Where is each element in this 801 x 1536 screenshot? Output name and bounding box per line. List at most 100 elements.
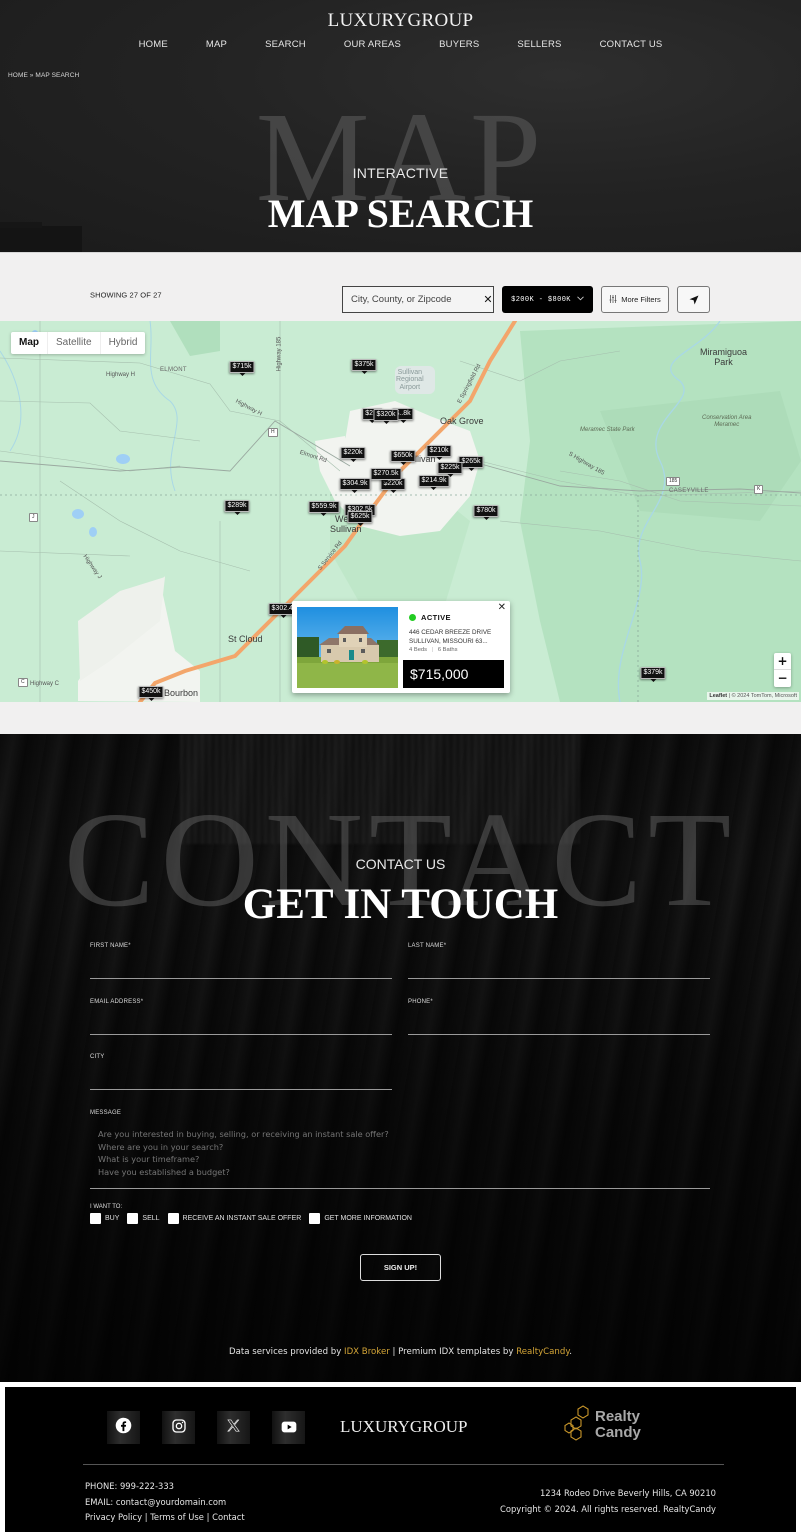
close-icon[interactable]: ✕ <box>483 293 493 306</box>
zoom-in-button[interactable]: + <box>774 653 791 670</box>
message-textarea[interactable] <box>90 1123 710 1189</box>
instagram-icon <box>171 1418 187 1438</box>
footer-links: Privacy Policy | Terms of Use | Contact <box>85 1512 245 1522</box>
location-search-input[interactable] <box>343 287 483 312</box>
last-name-input[interactable] <box>408 957 710 979</box>
realtycandy-logo[interactable]: Realty Candy <box>563 1405 641 1445</box>
phone-input[interactable] <box>408 1013 710 1035</box>
email-field: EMAIL ADDRESS* <box>90 999 392 1035</box>
price-marker[interactable]: $379k <box>640 667 666 682</box>
map-type-satellite[interactable]: Satellite <box>48 332 101 354</box>
price-marker[interactable]: $220k <box>340 447 366 462</box>
status-dot-icon <box>409 614 416 621</box>
privacy-policy-link[interactable]: Privacy Policy <box>85 1512 142 1522</box>
listing-photo[interactable] <box>297 607 398 688</box>
listing-address[interactable]: 446 CEDAR BREEZE DRIVE SULLIVAN, MISSOUR… <box>409 628 505 646</box>
price-marker[interactable]: $210k <box>426 445 452 460</box>
place-label: CASEYVILLE <box>669 488 709 494</box>
locate-me-button[interactable] <box>677 286 710 313</box>
place-label: Miramiguoa Park <box>700 347 748 367</box>
city-input[interactable] <box>90 1068 392 1090</box>
listing-status: ACTIVE <box>409 613 451 622</box>
contact-section: CONTACT CONTACT US GET IN TOUCH FIRST NA… <box>0 734 801 1382</box>
place-label: Oak Grove <box>440 416 484 426</box>
price-marker[interactable]: $559.9k <box>308 501 340 516</box>
price-marker[interactable]: $289k <box>224 500 250 515</box>
idx-broker-link[interactable]: IDX Broker <box>344 1347 390 1357</box>
facebook-link[interactable] <box>107 1411 140 1444</box>
nav-our-areas[interactable]: OUR AREAS <box>325 39 420 50</box>
price-marker[interactable]: $225k <box>437 462 463 477</box>
map-footer-spacer <box>0 702 801 734</box>
nav-buyers[interactable]: BUYERS <box>420 39 498 50</box>
zoom-out-button[interactable]: − <box>774 670 791 687</box>
price-marker[interactable]: $304.9k <box>339 478 371 493</box>
nav-home[interactable]: HOME <box>120 39 187 50</box>
more-filters-button[interactable]: More Filters <box>601 286 669 313</box>
nav-sellers[interactable]: SELLERS <box>498 39 580 50</box>
instagram-link[interactable] <box>162 1411 195 1444</box>
price-marker[interactable]: $214.9k <box>418 475 450 490</box>
footer-logo[interactable]: LUXURYGROUP <box>340 1417 468 1437</box>
intent-options: I WANT TO: BUY SELL RECEIVE AN INSTANT S… <box>90 1204 412 1224</box>
sign-up-button[interactable]: SIGN UP! <box>360 1254 441 1281</box>
search-toolbar: SHOWING 27 OF 27 ✕ $200K - $800K More Fi… <box>0 252 801 321</box>
more-info-checkbox[interactable]: GET MORE INFORMATION <box>309 1213 412 1224</box>
breadcrumb[interactable]: HOME » MAP SEARCH <box>8 72 79 79</box>
first-name-input[interactable] <box>90 957 392 979</box>
email-input[interactable] <box>90 1013 392 1035</box>
listing-popup[interactable]: ✕ ACTIVE 446 CEDAR BREEZE DRIVE SULLIVAN… <box>292 601 510 693</box>
route-shield: H <box>268 428 278 437</box>
map-type-hybrid[interactable]: Hybrid <box>101 332 146 354</box>
buy-checkbox[interactable]: BUY <box>90 1213 119 1224</box>
listing-details: 4 Beds | 6 Baths <box>409 647 458 653</box>
site-footer: LUXURYGROUP Realty Candy PHONE: 999-222-… <box>5 1387 796 1532</box>
instant-offer-checkbox[interactable]: RECEIVE AN INSTANT SALE OFFER <box>167 1213 301 1224</box>
chevron-down-icon <box>577 295 584 304</box>
main-nav: HOME MAP SEARCH OUR AREAS BUYERS SELLERS… <box>0 39 801 50</box>
facebook-icon <box>115 1417 132 1438</box>
message-field: MESSAGE <box>90 1110 710 1193</box>
price-marker[interactable]: $625k <box>347 511 373 526</box>
nav-contact-us[interactable]: CONTACT US <box>581 39 682 50</box>
hero-section: MAP LUXURYGROUP HOME MAP SEARCH OUR AREA… <box>0 0 801 252</box>
contact-title: GET IN TOUCH <box>242 881 559 928</box>
site-logo[interactable]: LUXURYGROUP <box>0 10 801 32</box>
price-marker[interactable]: $450k <box>138 686 164 701</box>
leaflet-link[interactable]: Leaflet <box>709 693 727 699</box>
contact-link[interactable]: Contact <box>212 1512 245 1522</box>
realtycandy-link[interactable]: RealtyCandy <box>516 1347 569 1357</box>
price-marker[interactable]: $270.5k <box>370 468 402 483</box>
sliders-icon <box>609 294 617 305</box>
footer-divider <box>83 1464 724 1465</box>
price-marker[interactable]: $715k <box>229 361 255 376</box>
footer-email[interactable]: EMAIL: contact@yourdomain.com <box>85 1495 245 1511</box>
sell-checkbox[interactable]: SELL <box>127 1213 160 1224</box>
road-label: Highway 185 <box>276 336 283 372</box>
map-type-map[interactable]: Map <box>11 332 48 354</box>
navigation-arrow-icon <box>689 290 699 309</box>
place-label: Bourbon <box>164 688 199 698</box>
zoom-control: + − <box>774 653 791 687</box>
contact-eyebrow: CONTACT US <box>355 856 446 872</box>
footer-address: 1234 Rodeo Drive Beverly Hills, CA 90210 <box>539 1488 716 1498</box>
nav-search[interactable]: SEARCH <box>246 39 325 50</box>
terms-of-use-link[interactable]: Terms of Use <box>150 1512 204 1522</box>
property-map[interactable]: Map Satellite Hybrid ELMONT Highway H Hi… <box>0 321 801 702</box>
close-icon[interactable]: ✕ <box>498 602 506 613</box>
footer-phone[interactable]: PHONE: 999-222-333 <box>85 1479 245 1495</box>
price-marker[interactable]: $320k <box>373 409 399 424</box>
more-filters-label: More Filters <box>621 295 661 304</box>
x-link[interactable] <box>217 1411 250 1444</box>
credits-line: Data services provided by IDX Broker | P… <box>229 1347 572 1357</box>
price-marker[interactable]: $375k <box>351 359 377 374</box>
price-marker[interactable]: $780k <box>473 505 499 520</box>
road-label: Highway H <box>106 372 136 378</box>
hero-eyebrow: INTERACTIVE <box>352 165 449 181</box>
price-marker[interactable]: $650k <box>390 450 416 465</box>
listing-price: $715,000 <box>403 660 504 688</box>
phone-field: PHONE* <box>408 999 710 1035</box>
price-range-dropdown[interactable]: $200K - $800K <box>502 286 593 313</box>
youtube-link[interactable] <box>272 1411 305 1444</box>
nav-map[interactable]: MAP <box>187 39 246 50</box>
